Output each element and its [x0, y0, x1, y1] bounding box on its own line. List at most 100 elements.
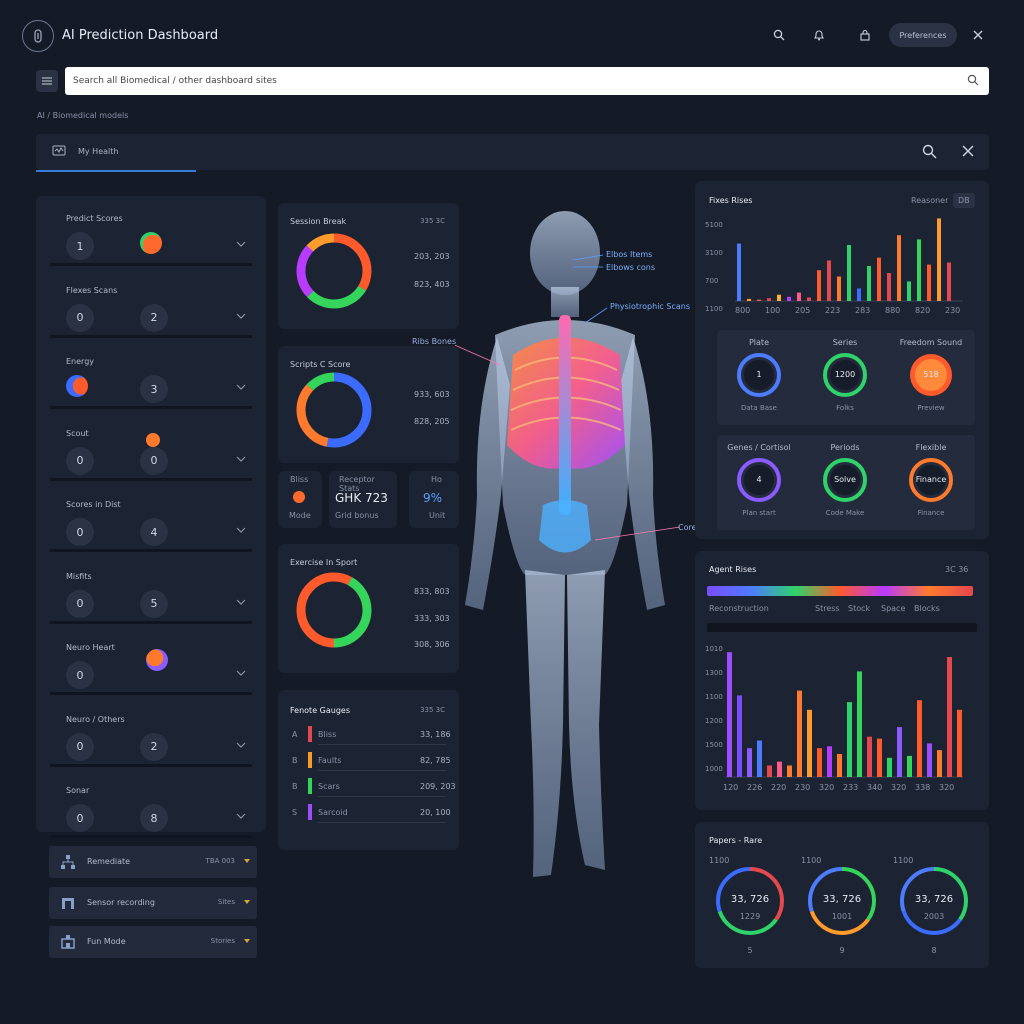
app-logo — [22, 20, 54, 52]
list-item[interactable]: Scores in Dist 0 4 — [50, 490, 252, 552]
lock-icon[interactable] — [855, 25, 875, 45]
tab-bar: My Health — [36, 134, 989, 170]
bar — [947, 262, 951, 301]
x-tick-label: 205 — [795, 306, 811, 315]
chevron-down-icon[interactable] — [236, 312, 246, 320]
list-item-badge: 0 — [66, 446, 94, 475]
x-tick-label: 220 — [771, 783, 787, 792]
gauge-sub: Code Make — [825, 509, 865, 517]
chevron-down-icon[interactable] — [236, 455, 246, 463]
tab-active-indicator — [36, 170, 196, 172]
bar — [827, 746, 832, 777]
header-search-icon[interactable] — [769, 25, 789, 45]
x-tick-label: 233 — [843, 783, 859, 792]
bar — [897, 235, 901, 301]
bar — [757, 740, 762, 777]
list-item-badge: 0 — [66, 518, 94, 546]
ring-bottom-label: 5 — [747, 946, 753, 955]
list-row-number: A — [292, 730, 298, 739]
list-row-number: S — [292, 808, 298, 817]
bar — [807, 297, 811, 301]
gauge-value: 1200 — [834, 370, 856, 379]
preferences-button[interactable]: Preferences — [889, 23, 957, 47]
list-row-value: 209, 203 — [420, 782, 456, 791]
list-item[interactable]: Predict Scores 1 — [50, 204, 252, 266]
gauge-title: Flexible — [915, 443, 947, 452]
bar — [757, 299, 761, 301]
list-item[interactable]: Scout 0 0 — [50, 419, 252, 481]
ring-value: 33, 726 — [822, 894, 862, 905]
search-input[interactable] — [73, 67, 953, 95]
x-tick-label: 320 — [819, 783, 835, 792]
bell-icon[interactable] — [809, 25, 829, 45]
gauge-title: Periods — [830, 443, 860, 452]
gauge-sub: Folks — [836, 404, 854, 412]
remediate-button[interactable]: Remediate TBA 003 — [49, 846, 257, 878]
sensor-recording-button[interactable]: Sensor recording Sites — [49, 887, 257, 919]
y-tick-label: 1100 — [705, 305, 723, 313]
fun-mode-button[interactable]: Fun Mode Stories — [49, 926, 257, 958]
bar — [787, 296, 791, 301]
hamburger-icon — [42, 77, 52, 85]
card-value: 933, 603 — [414, 390, 450, 399]
x-tick-label: 800 — [735, 306, 751, 315]
menu-button[interactable] — [36, 70, 58, 92]
chevron-down-icon[interactable] — [236, 812, 246, 820]
tab-close-icon[interactable] — [961, 144, 975, 158]
caret-down-icon — [244, 939, 250, 943]
bar — [817, 748, 822, 777]
card-value: 823, 403 — [414, 280, 450, 289]
list-item-label: Flexes Scans — [66, 285, 118, 295]
body-annotation: Elbos Items — [606, 250, 653, 259]
chevron-down-icon[interactable] — [236, 240, 246, 248]
tab-my-health[interactable]: My Health — [78, 147, 118, 156]
gauge-sub: Plan start — [742, 509, 776, 517]
bar — [837, 753, 842, 777]
sensor-recording-label: Sensor recording — [87, 898, 155, 907]
status-blob-icon — [66, 375, 88, 397]
scripts-score-card: Scripts C Score 933, 603 828, 205 — [278, 346, 459, 463]
chevron-down-icon[interactable] — [236, 383, 246, 391]
list-item-badge: 0 — [66, 804, 94, 832]
bar — [847, 245, 851, 301]
y-tick-label: 1010 — [705, 645, 723, 653]
chevron-down-icon[interactable] — [236, 669, 246, 677]
fenote-gauges-card: Fenote Gauges 335 3C A Bliss 33, 186 B Fault… — [278, 690, 459, 850]
search-icon[interactable] — [967, 74, 979, 86]
tab-search-icon[interactable] — [922, 144, 937, 159]
gauge-value: Solve — [834, 475, 856, 484]
chevron-down-icon[interactable] — [236, 741, 246, 749]
card-value: 833, 803 — [414, 587, 450, 596]
fixes-rises-panel: Fixes Rises Reasoner DB 5100 3100 700 1100 … — [695, 181, 989, 539]
chevron-down-icon[interactable] — [236, 526, 246, 534]
bar — [947, 657, 952, 777]
chevron-down-icon[interactable] — [236, 598, 246, 606]
list-row-divider — [318, 796, 446, 797]
list-item[interactable]: Misfits 0 5 — [50, 562, 252, 624]
bar — [737, 695, 742, 777]
list-row-number: B — [292, 756, 298, 765]
bar — [887, 273, 891, 301]
list-row-color-bar — [308, 804, 312, 820]
gauge-title: Plate — [748, 338, 769, 347]
list-item[interactable]: Neuro / Others 0 2 — [50, 705, 252, 767]
mini-value: 9% — [423, 491, 443, 505]
list-item[interactable]: Sonar 0 8 — [50, 776, 252, 838]
fun-mode-value: Stories — [210, 937, 235, 945]
panel-meta-badge[interactable]: DB — [953, 193, 975, 208]
close-icon[interactable] — [968, 25, 988, 45]
body-annotation: Physiotrophic Scans — [610, 302, 690, 311]
ring-sub: 1229 — [739, 912, 761, 921]
list-item[interactable]: Neuro Heart 0 — [50, 633, 252, 695]
card-value: 203, 203 — [414, 252, 450, 261]
bar — [957, 709, 962, 777]
gauge-value: Finance — [915, 475, 947, 484]
list-item-badge: 0 — [66, 589, 94, 618]
bar — [887, 757, 892, 777]
x-tick-label: 320 — [939, 783, 955, 792]
scale-label: Space — [881, 604, 906, 613]
bar — [827, 260, 831, 301]
list-item[interactable]: Flexes Scans 0 2 — [50, 276, 252, 338]
donut-chart — [296, 572, 372, 648]
list-item[interactable]: Energy 3 — [50, 347, 252, 409]
